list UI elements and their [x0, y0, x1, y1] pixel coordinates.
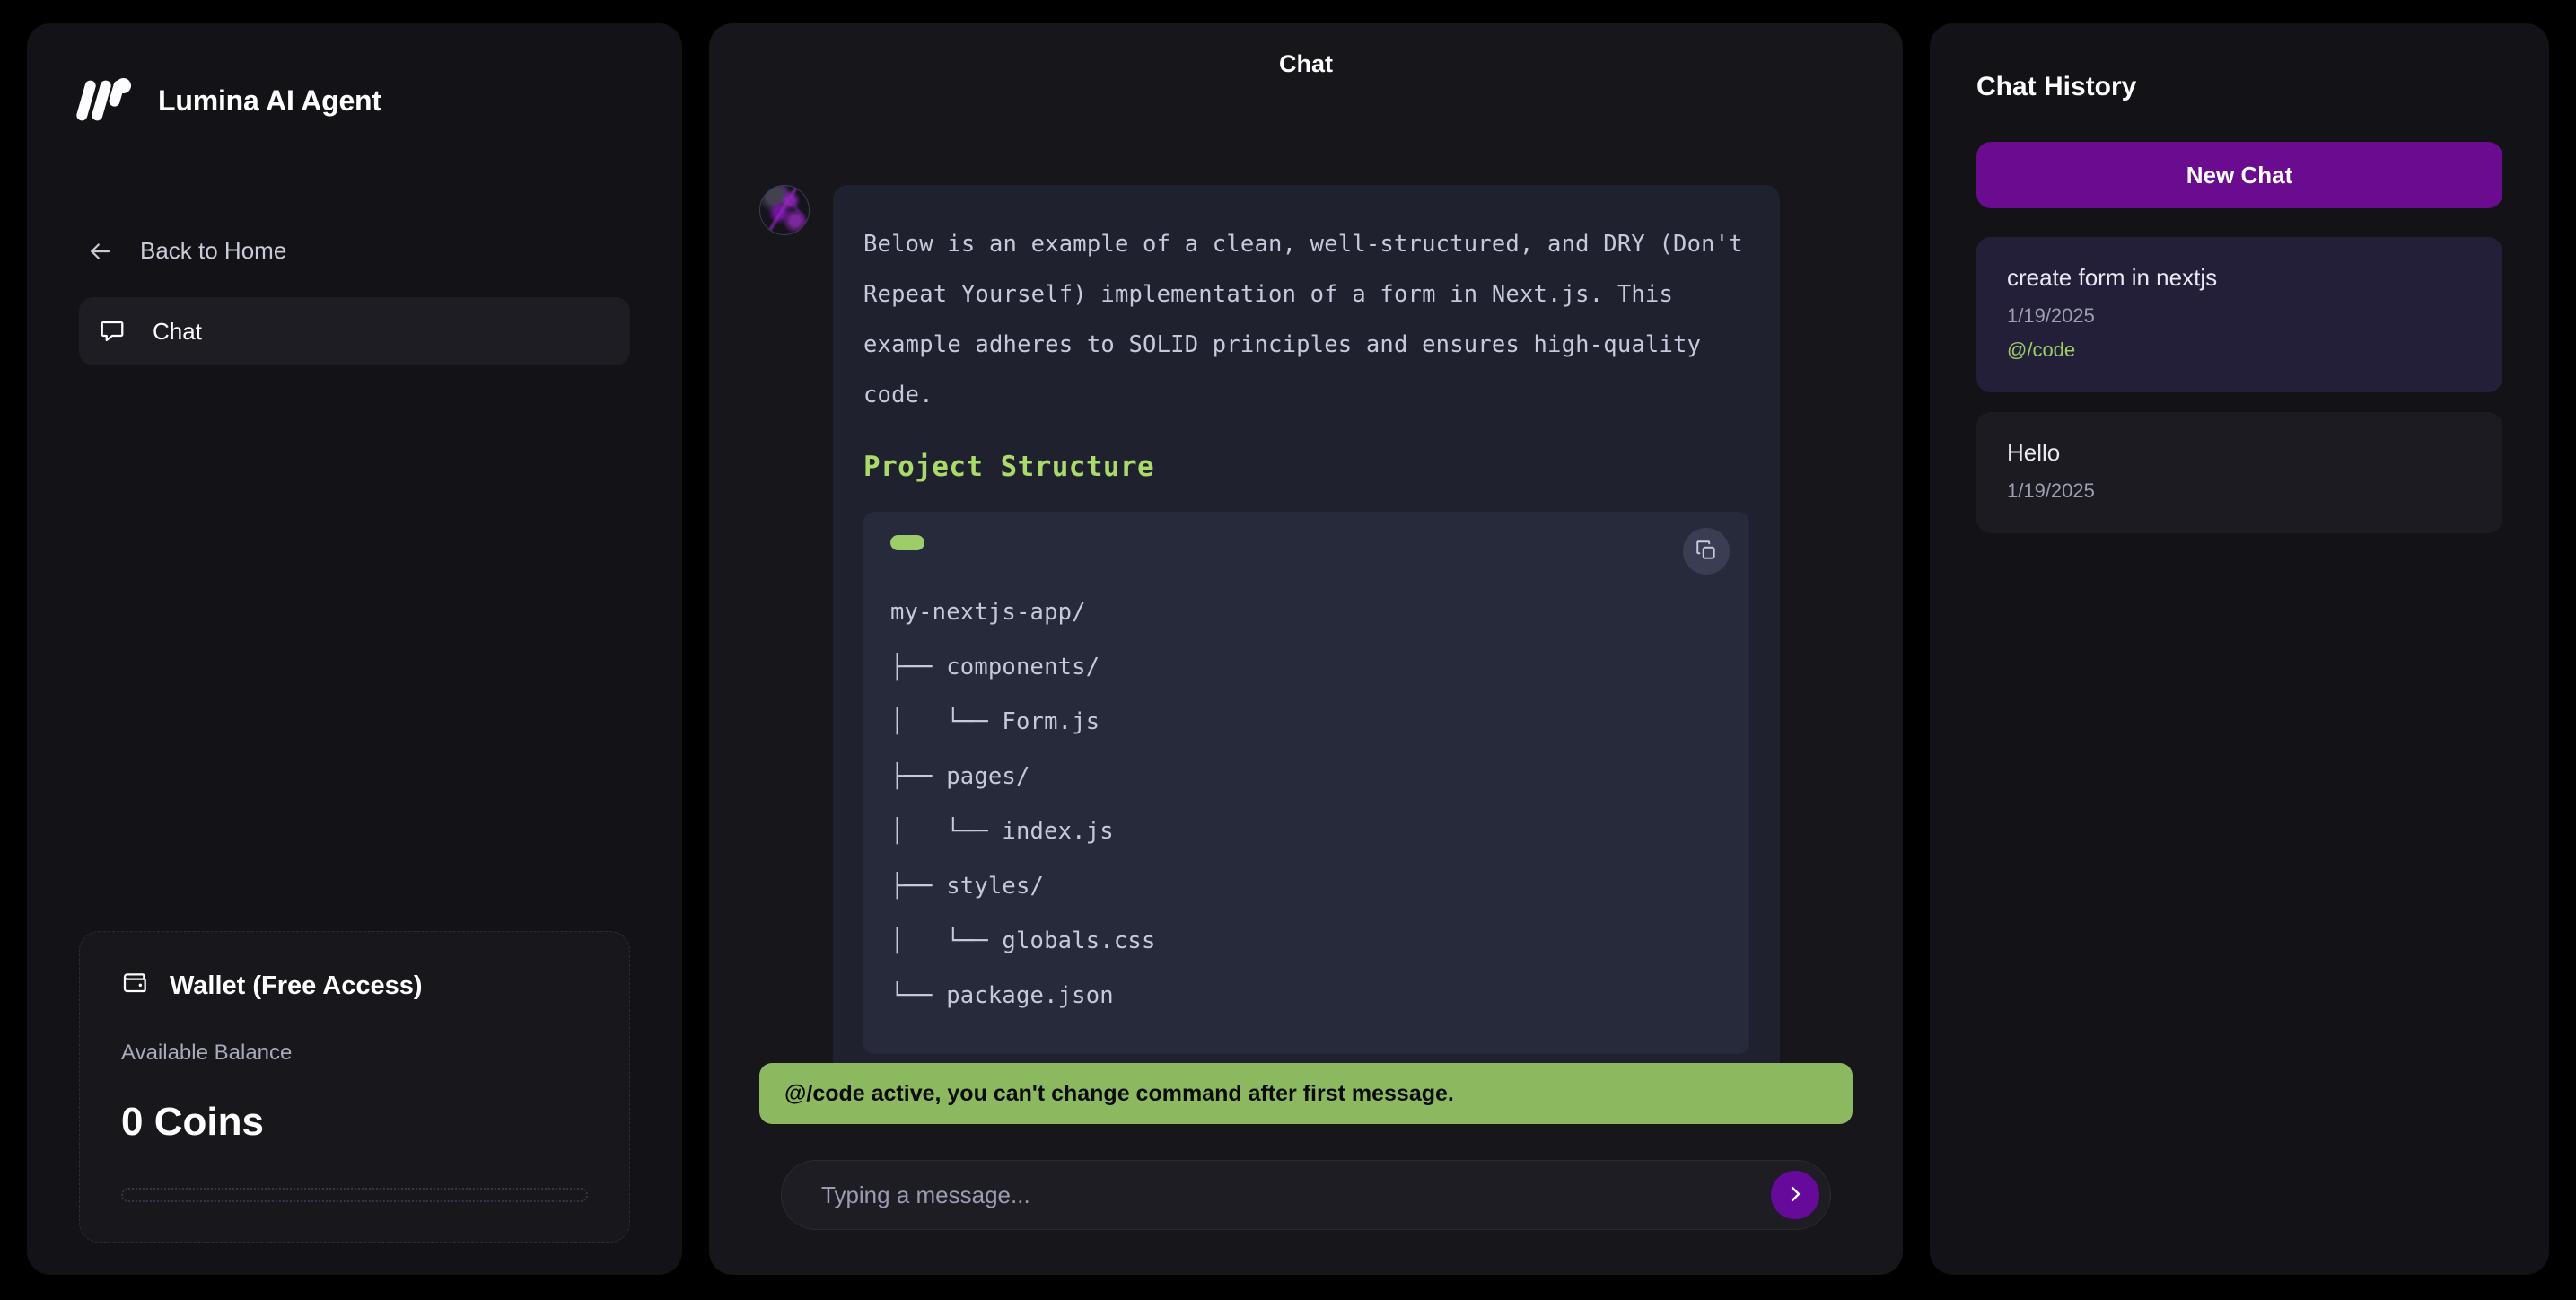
- sidebar-item-label: Chat: [153, 317, 202, 345]
- wallet-icon: [121, 970, 150, 1003]
- message-composer[interactable]: [781, 1160, 1831, 1230]
- command-active-text: @/code active, you can't change command …: [784, 1080, 1454, 1106]
- chat-history-title: Chat History: [1976, 72, 2137, 101]
- new-chat-button[interactable]: New Chat: [1976, 142, 2502, 208]
- back-to-home-button[interactable]: Back to Home: [79, 232, 630, 270]
- wallet-balance-label: Available Balance: [121, 1041, 293, 1065]
- message-bubble: Below is an example of a clean, well-str…: [833, 185, 1780, 1090]
- code-content: my-nextjs-app/ ├── components/ │ └── For…: [890, 599, 1156, 1009]
- chat-panel: Chat Below is an example of a clean, wel…: [709, 23, 1903, 1275]
- brand-name: Lumina AI Agent: [158, 83, 381, 117]
- code-block: my-nextjs-app/ ├── components/ │ └── For…: [863, 512, 1749, 1054]
- chat-bubble-icon: [99, 318, 126, 345]
- wallet-header: Wallet (Free Access): [121, 970, 588, 1003]
- page-title: Chat: [1279, 49, 1333, 77]
- chat-history-item[interactable]: create form in nextjs 1/19/2025 @/code: [1976, 237, 2502, 392]
- chat-history-item-command: @/code: [2007, 338, 2076, 361]
- sidebar-item-chat[interactable]: Chat: [79, 297, 630, 365]
- message-heading: Project Structure: [863, 451, 1155, 483]
- chevron-right-icon: [1784, 1183, 1806, 1208]
- assistant-avatar: [759, 185, 810, 235]
- brand: Lumina AI Agent: [74, 78, 630, 122]
- chat-history-item-date: 1/19/2025: [2007, 479, 2095, 502]
- chat-header: Chat: [709, 23, 1903, 79]
- chat-history-item-date: 1/19/2025: [2007, 304, 2095, 327]
- command-active-banner: @/code active, you can't change command …: [759, 1063, 1853, 1124]
- code-language-badge: [890, 535, 924, 550]
- lumina-w-logo-icon: [74, 78, 131, 122]
- arrow-left-icon: [86, 238, 113, 265]
- copy-icon: [1695, 539, 1718, 565]
- wallet-title: Wallet (Free Access): [170, 971, 423, 1000]
- message-input[interactable]: [821, 1181, 1771, 1209]
- chat-history-item-title: Hello: [2007, 439, 2061, 466]
- wallet-amount: 0 Coins: [121, 1100, 264, 1144]
- sidebar: Lumina AI Agent Back to Home Chat Wallet…: [27, 23, 682, 1275]
- send-button[interactable]: [1771, 1171, 1819, 1219]
- back-to-home-label: Back to Home: [140, 237, 287, 264]
- chat-history-item[interactable]: Hello 1/19/2025: [1976, 412, 2502, 533]
- assistant-message: Below is an example of a clean, well-str…: [759, 185, 1853, 1090]
- chat-history-item-title: create form in nextjs: [2007, 264, 2218, 291]
- message-paragraph: Below is an example of a clean, well-str…: [863, 231, 1757, 408]
- copy-code-button[interactable]: [1683, 528, 1730, 575]
- app-root: Lumina AI Agent Back to Home Chat Wallet…: [0, 0, 2576, 1300]
- wallet-progress-bar: [121, 1188, 588, 1202]
- wallet-card: Wallet (Free Access) Available Balance 0…: [79, 931, 630, 1243]
- chat-history-panel: Chat History New Chat create form in nex…: [1930, 23, 2549, 1275]
